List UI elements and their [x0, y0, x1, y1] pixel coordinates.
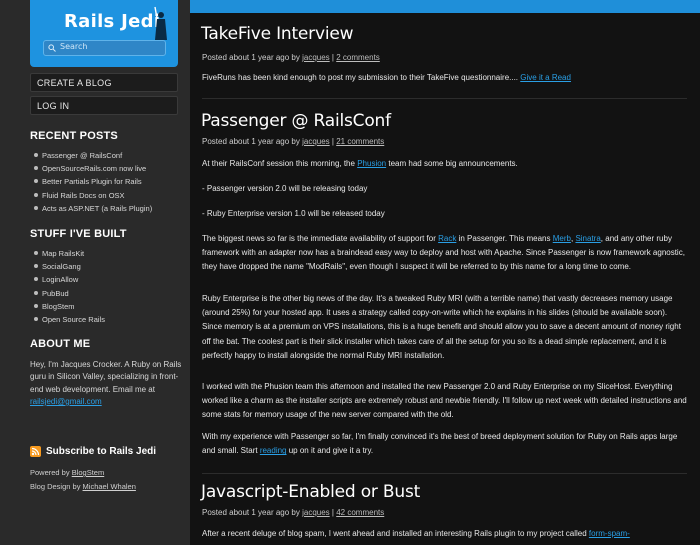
- built-item[interactable]: PubBud: [34, 288, 105, 301]
- post-divider: [202, 98, 687, 99]
- recent-posts-heading: RECENT POSTS: [30, 130, 118, 142]
- search-placeholder: Search: [60, 42, 88, 51]
- about-heading: ABOUT ME: [30, 338, 91, 350]
- bullet-icon: [34, 277, 38, 282]
- recent-post-item[interactable]: Better Partials Plugin for Rails: [34, 176, 152, 189]
- email-link[interactable]: railsjedi@gmail.com: [30, 397, 102, 406]
- post-paragraph: At their RailsConf session this morning,…: [202, 159, 518, 168]
- merb-link[interactable]: Merb: [553, 234, 571, 243]
- log-in-button[interactable]: LOG IN: [30, 96, 178, 115]
- search-icon: [48, 44, 56, 52]
- post-paragraph: - Passenger version 2.0 will be releasin…: [202, 184, 368, 193]
- built-item[interactable]: LoginAllow: [34, 274, 105, 287]
- bullet-icon: [34, 316, 38, 321]
- create-blog-button[interactable]: CREATE A BLOG: [30, 73, 178, 92]
- post-meta: Posted about 1 year ago by jacques | 21 …: [202, 137, 385, 146]
- comments-link[interactable]: 21 comments: [336, 137, 384, 146]
- post-title[interactable]: Passenger @ RailsConf: [201, 111, 391, 131]
- author-link[interactable]: jacques: [302, 53, 330, 62]
- comments-link[interactable]: 42 comments: [336, 508, 384, 517]
- stuff-built-list: Map RailsKit SocialGang LoginAllow PubBu…: [34, 248, 105, 327]
- author-link[interactable]: jacques: [302, 137, 330, 146]
- logo-header[interactable]: Rails Jedi Search: [30, 0, 178, 67]
- search-input[interactable]: Search: [43, 40, 166, 56]
- bullet-icon: [34, 303, 38, 308]
- jedi-figure-icon: [154, 6, 167, 40]
- bullet-icon: [34, 153, 38, 158]
- sinatra-link[interactable]: Sinatra: [575, 234, 600, 243]
- bullet-icon: [34, 192, 38, 197]
- reading-link[interactable]: reading: [260, 446, 287, 455]
- bullet-icon: [34, 179, 38, 184]
- bullet-icon: [34, 251, 38, 256]
- post-title[interactable]: Javascript-Enabled or Bust: [201, 482, 420, 502]
- read-link[interactable]: Give it a Read: [520, 73, 571, 82]
- recent-post-item[interactable]: Acts as ASP.NET (a Rails Plugin): [34, 203, 152, 216]
- bullet-icon: [34, 205, 38, 210]
- built-item[interactable]: Open Source Rails: [34, 314, 105, 327]
- subscribe-link[interactable]: Subscribe to Rails Jedi: [30, 446, 156, 457]
- built-item[interactable]: BlogStem: [34, 301, 105, 314]
- built-item[interactable]: SocialGang: [34, 261, 105, 274]
- recent-posts-list: Passenger @ RailsConf OpenSourceRails.co…: [34, 150, 152, 216]
- post-body: After a recent deluge of blog spam, I we…: [202, 529, 630, 538]
- blogstem-link[interactable]: BlogStem: [72, 468, 105, 477]
- post-paragraph: Ruby Enterprise is the other big news of…: [202, 294, 681, 360]
- post-meta: Posted about 1 year ago by jacques | 42 …: [202, 508, 385, 517]
- plugin-link[interactable]: form-spam-: [589, 529, 630, 538]
- phusion-link[interactable]: Phusion: [357, 159, 386, 168]
- author-link[interactable]: jacques: [302, 508, 330, 517]
- stuff-built-heading: STUFF I'VE BUILT: [30, 228, 127, 240]
- bullet-icon: [34, 264, 38, 269]
- designer-link[interactable]: Michael Whalen: [83, 482, 136, 491]
- site-title[interactable]: Rails Jedi: [64, 11, 160, 32]
- built-item[interactable]: Map RailsKit: [34, 248, 105, 261]
- post-meta: Posted about 1 year ago by jacques | 2 c…: [202, 53, 380, 62]
- rack-link[interactable]: Rack: [438, 234, 456, 243]
- post-divider: [202, 473, 687, 474]
- post-paragraph: With my experience with Passenger so far…: [202, 432, 678, 456]
- post-paragraph: - Ruby Enterprise version 1.0 will be re…: [202, 209, 385, 218]
- rss-icon: [30, 446, 41, 457]
- recent-post-item[interactable]: OpenSourceRails.com now live: [34, 163, 152, 176]
- post-paragraph: The biggest news so far is the immediate…: [202, 234, 685, 272]
- recent-post-item[interactable]: Passenger @ RailsConf: [34, 150, 152, 163]
- footer-credits: Powered by BlogStem Blog Design by Micha…: [30, 468, 136, 491]
- recent-post-item[interactable]: Fluid Rails Docs on OSX: [34, 190, 152, 203]
- bullet-icon: [34, 166, 38, 171]
- post-body: FiveRuns has been kind enough to post my…: [202, 73, 571, 82]
- main-content: TakeFive Interview Posted about 1 year a…: [190, 13, 700, 545]
- about-text: Hey, I'm Jacques Crocker. A Ruby on Rail…: [30, 360, 182, 406]
- comments-link[interactable]: 2 comments: [336, 53, 380, 62]
- sidebar: Rails Jedi Search CREATE A BLOG LOG IN R…: [0, 0, 190, 545]
- post-paragraph: I worked with the Phusion team this afte…: [202, 382, 687, 420]
- bullet-icon: [34, 290, 38, 295]
- post-title[interactable]: TakeFive Interview: [201, 24, 354, 44]
